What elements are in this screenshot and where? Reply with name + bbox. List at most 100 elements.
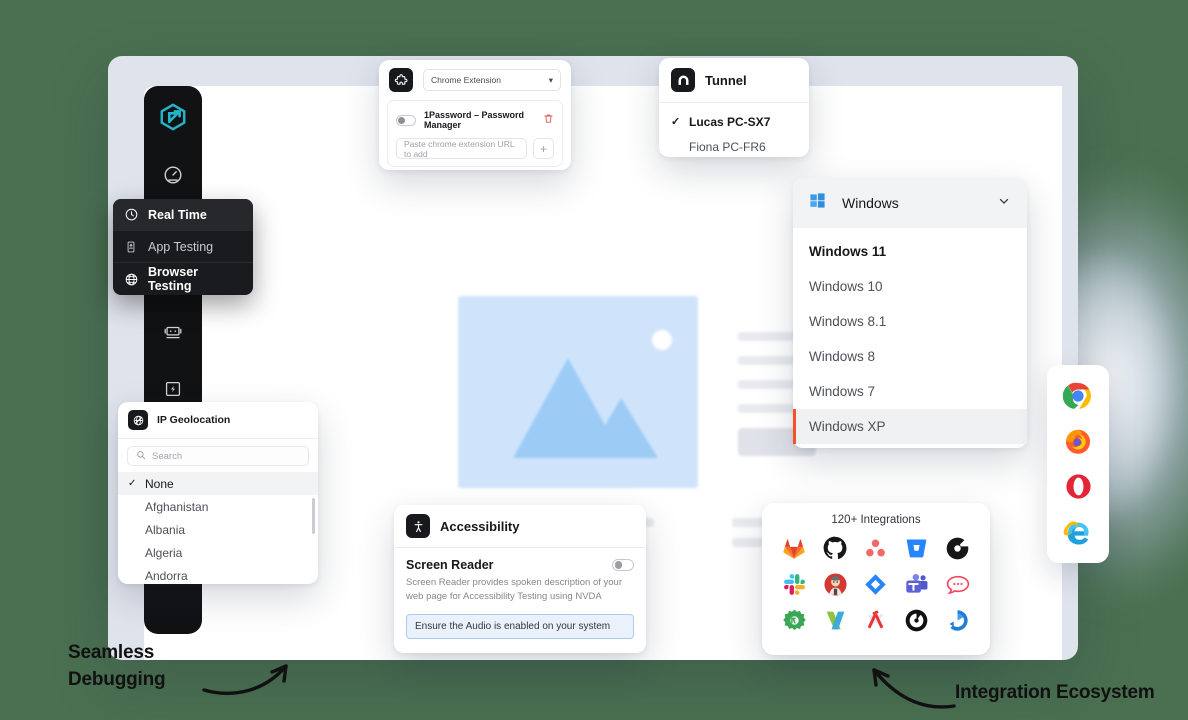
menu-item-real-time[interactable]: Real Time [113, 199, 253, 231]
brand-hexagon-arrow-icon[interactable] [156, 100, 190, 134]
integrations-card: 120+ Integrations [762, 503, 990, 655]
chevron-down-icon [997, 194, 1011, 213]
ip-geolocation-search-placeholder: Search [152, 450, 183, 462]
accessibility-audio-note: Ensure the Audio is enabled on your syst… [406, 613, 634, 639]
accessibility-person-icon [406, 514, 430, 538]
os-version-dropdown: Windows Windows 11 Windows 10 Windows 8.… [793, 178, 1027, 448]
rocketchat-icon[interactable] [944, 570, 972, 598]
device-frame-icon[interactable] [158, 318, 188, 348]
os-option[interactable]: Windows 7 [793, 374, 1027, 409]
tunnel-option-label: Fiona PC-FR6 [689, 139, 766, 154]
menu-item-browser-testing[interactable]: Browser Testing [113, 263, 253, 295]
chrome-extension-body: 1Password – Password Manager Paste chrom… [387, 100, 563, 167]
annotation-integration-ecosystem: Integration Ecosystem [955, 682, 1155, 703]
os-option[interactable]: Windows 8.1 [793, 304, 1027, 339]
mock-hero-image [458, 296, 698, 488]
arrow-left-annotation [202, 664, 288, 695]
github-icon[interactable] [821, 534, 849, 562]
bitbucket-icon[interactable] [903, 534, 931, 562]
mobile-icon [123, 239, 139, 255]
trash-icon[interactable] [543, 113, 554, 127]
chrome-icon[interactable] [1063, 381, 1093, 411]
os-option[interactable]: Windows 10 [793, 269, 1027, 304]
ip-geolocation-title: IP Geolocation [157, 414, 231, 426]
chrome-extension-header: Chrome Extension ▾ [379, 60, 571, 100]
check-icon: ✓ [128, 478, 137, 489]
os-option[interactable]: Windows 11 [793, 234, 1027, 269]
accessibility-header: Accessibility [394, 505, 646, 548]
menu-item-label: Browser Testing [148, 265, 199, 293]
annotation-line-2: Debugging [68, 668, 166, 690]
bolt-icon[interactable] [158, 374, 188, 404]
country-option-selected[interactable]: ✓ None [118, 472, 318, 495]
puzzle-piece-icon [389, 68, 413, 92]
accessibility-body: Screen Reader Screen Reader provides spo… [394, 548, 646, 651]
annotation-line-1: Seamless [68, 642, 155, 663]
globe-slash-icon [128, 410, 148, 430]
tunnel-option[interactable]: ✓ Lucas PC-SX7 [659, 109, 809, 134]
country-label: Algeria [145, 545, 183, 560]
asana-icon[interactable] [862, 534, 890, 562]
kualitee-icon[interactable] [780, 606, 808, 634]
country-label: Albania [145, 522, 186, 537]
klaros-icon[interactable] [821, 606, 849, 634]
chrome-extension-select[interactable]: Chrome Extension ▾ [423, 69, 561, 91]
tunnel-list: ✓ Lucas PC-SX7 Fiona PC-FR6 [659, 103, 809, 167]
screen-reader-toggle[interactable] [612, 559, 634, 571]
jira-icon[interactable] [862, 570, 890, 598]
testrail-icon[interactable] [862, 606, 890, 634]
tunnel-icon [671, 68, 695, 92]
os-selected-label: Windows [842, 195, 899, 211]
ip-geolocation-header: IP Geolocation [118, 402, 318, 439]
globe-icon [123, 271, 139, 287]
real-time-menu[interactable]: Real Time App Testing Browser Testing [113, 199, 253, 295]
ip-geolocation-search-input[interactable]: Search [127, 446, 309, 466]
accessibility-title: Accessibility [440, 518, 520, 534]
country-label: Andorra [145, 568, 188, 583]
jenkins-icon[interactable] [821, 570, 849, 598]
screen-reader-description: Screen Reader provides spoken descriptio… [406, 577, 622, 602]
chrome-extension-card: Chrome Extension ▾ 1Password – Password … [379, 60, 571, 170]
mantis-icon[interactable] [903, 606, 931, 634]
chevron-down-icon: ▾ [548, 74, 553, 85]
menu-item-label: Real Time [148, 207, 207, 222]
extension-add-button[interactable]: + [533, 138, 554, 159]
microsoft-teams-icon[interactable] [903, 570, 931, 598]
integrations-grid [762, 534, 990, 646]
extension-enable-toggle[interactable] [396, 114, 416, 126]
speedometer-icon[interactable] [158, 160, 188, 190]
os-dropdown-trigger[interactable]: Windows [793, 178, 1027, 228]
accessibility-card: Accessibility Screen Reader Screen Reade… [394, 505, 646, 653]
browsers-strip [1047, 365, 1109, 563]
os-option[interactable]: Windows 8 [793, 339, 1027, 374]
tunnel-option[interactable]: Fiona PC-FR6 [659, 134, 809, 159]
slack-icon[interactable] [780, 570, 808, 598]
opera-icon[interactable] [1063, 472, 1093, 502]
menu-item-app-testing[interactable]: App Testing [113, 231, 253, 263]
extension-url-input[interactable]: Paste chrome extension URL to add [396, 138, 527, 159]
ip-geolocation-search-wrap: Search [118, 439, 318, 472]
clock-icon [123, 207, 139, 223]
os-option-selected[interactable]: Windows XP [793, 409, 1027, 444]
scrollbar-thumb[interactable] [312, 498, 315, 534]
annotation-seamless-debugging: Seamless Debugging [68, 640, 166, 694]
tunnel-title: Tunnel [705, 72, 747, 88]
country-option[interactable]: Algeria [118, 541, 318, 564]
extension-name: 1Password – Password Manager [424, 110, 525, 130]
internet-explorer-icon[interactable] [1063, 517, 1093, 547]
screen-reader-label: Screen Reader [406, 558, 494, 572]
chrome-extension-select-value: Chrome Extension [431, 75, 501, 85]
circleci-icon[interactable] [944, 534, 972, 562]
screen-reader-row: Screen Reader [406, 558, 634, 572]
zephyr-icon[interactable] [944, 606, 972, 634]
country-option[interactable]: Afghanistan [118, 495, 318, 518]
firefox-icon[interactable] [1063, 426, 1093, 456]
windows-logo-icon [809, 192, 826, 214]
country-option[interactable]: Albania [118, 518, 318, 541]
ip-geolocation-list: ✓ None Afghanistan Albania Algeria Andor… [118, 472, 318, 587]
country-option[interactable]: Andorra [118, 564, 318, 587]
tunnel-card: Tunnel ✓ Lucas PC-SX7 Fiona PC-FR6 [659, 58, 809, 157]
tunnel-option-label: Lucas PC-SX7 [689, 114, 771, 129]
search-icon [136, 450, 146, 463]
gitlab-icon[interactable] [780, 534, 808, 562]
